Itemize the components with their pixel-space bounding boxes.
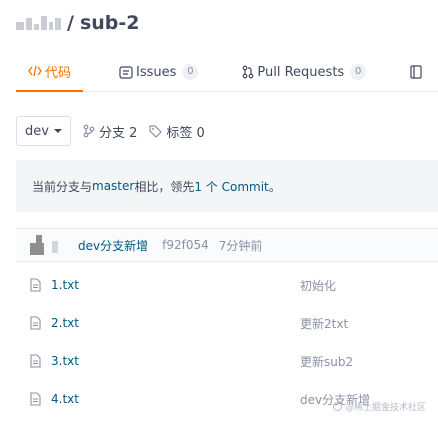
branches-link[interactable]: 分支 2 <box>83 122 137 141</box>
repo-name[interactable]: sub-2 <box>80 12 140 34</box>
compare-suffix: 。 <box>268 179 281 194</box>
latest-commit-bar: dev分支新增 f92f054 7分钟前 <box>16 228 438 262</box>
file-row[interactable]: 2.txt 更新2txt <box>16 304 438 342</box>
tags-link[interactable]: 标签 0 <box>149 122 205 141</box>
tab-pull-requests[interactable]: Pull Requests 0 <box>234 52 374 92</box>
file-icon <box>30 278 41 292</box>
file-name-link[interactable]: 3.txt <box>51 354 79 368</box>
watermark: @稀土掘金技术社区 <box>332 400 426 413</box>
file-row[interactable]: 3.txt 更新sub2 <box>16 342 438 380</box>
commit-sha-link[interactable]: f92f054 <box>162 238 209 252</box>
repo-separator: / <box>67 12 74 34</box>
compare-middle: 相比，领先 <box>134 179 195 194</box>
file-row[interactable]: 1.txt 初始化 <box>16 266 438 304</box>
repo-tabs: 代码 Issues 0 Pull Requests 0 <box>16 52 438 92</box>
tab-pull-requests-label: Pull Requests <box>257 64 345 80</box>
pull-request-icon <box>242 65 254 79</box>
file-name-link[interactable]: 2.txt <box>51 316 79 330</box>
pull-requests-count-badge: 0 <box>350 64 367 80</box>
branch-selector-value: dev <box>25 123 49 139</box>
file-icon <box>30 316 41 330</box>
file-commit-message[interactable]: 初始化 <box>300 277 336 294</box>
issues-count-badge: 0 <box>182 64 199 80</box>
tab-wiki[interactable] <box>402 52 433 92</box>
branch-compare-notice: 当前分支与 master 相比，领先 1 个 Commit 。 <box>16 160 438 212</box>
repo-title: / sub-2 <box>16 10 140 36</box>
file-name-link[interactable]: 4.txt <box>51 392 79 406</box>
watermark-text: @稀土掘金技术社区 <box>344 403 426 413</box>
tag-icon <box>149 124 163 138</box>
watermark-icon <box>332 402 342 411</box>
file-list: 1.txt 初始化 2.txt 更新2txt 3.txt 更新sub2 4.tx… <box>16 266 438 418</box>
branch-selector[interactable]: dev <box>16 116 71 146</box>
compare-prefix: 当前分支与 <box>32 179 93 194</box>
issues-icon <box>119 65 133 79</box>
commit-message-link[interactable]: dev分支新增 <box>78 237 148 254</box>
commit-time: 7分钟前 <box>218 238 263 253</box>
tab-code-label: 代码 <box>45 65 72 81</box>
branch-icon <box>83 124 95 138</box>
wiki-icon <box>410 65 422 79</box>
code-icon <box>28 65 42 77</box>
chevron-down-icon <box>53 129 62 133</box>
compare-ahead-link[interactable]: 1 个 Commit <box>194 178 268 195</box>
tags-label: 标签 0 <box>166 125 205 141</box>
branch-toolbar: dev 分支 2 标签 0 <box>16 116 205 146</box>
tab-code[interactable]: 代码 <box>16 52 84 92</box>
file-icon <box>30 354 41 368</box>
avatar[interactable] <box>30 235 58 255</box>
file-icon <box>30 392 41 406</box>
branches-label: 分支 2 <box>98 125 138 141</box>
file-commit-message[interactable]: 更新2txt <box>300 315 348 332</box>
compare-base-branch-link[interactable]: master <box>92 179 134 193</box>
file-name-link[interactable]: 1.txt <box>51 278 79 292</box>
tab-issues-label: Issues <box>136 64 177 80</box>
file-commit-message[interactable]: 更新sub2 <box>300 353 353 370</box>
tab-issues[interactable]: Issues 0 <box>111 52 206 92</box>
owner-avatar-blurred[interactable] <box>16 16 61 30</box>
